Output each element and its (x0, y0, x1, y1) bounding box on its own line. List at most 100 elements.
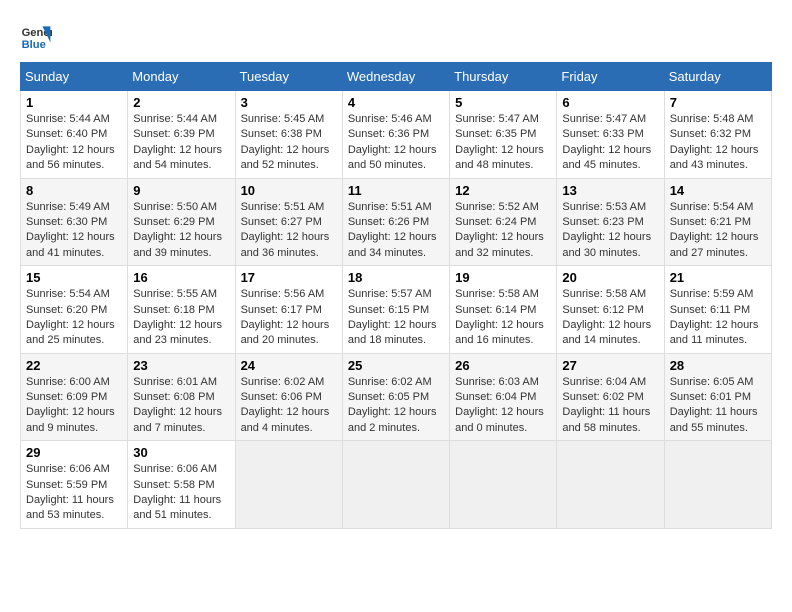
day-number: 9 (133, 183, 229, 198)
calendar-cell: 20 Sunrise: 5:58 AM Sunset: 6:12 PM Dayl… (557, 266, 664, 354)
day-number: 22 (26, 358, 122, 373)
day-info: Sunrise: 5:54 AM Sunset: 6:21 PM Dayligh… (670, 200, 766, 262)
day-number: 4 (348, 95, 444, 110)
day-info: Sunrise: 5:59 AM Sunset: 6:11 PM Dayligh… (670, 287, 766, 349)
calendar-cell (664, 441, 771, 529)
day-info: Sunrise: 5:52 AM Sunset: 6:24 PM Dayligh… (455, 200, 551, 262)
day-number: 27 (562, 358, 658, 373)
calendar-cell: 5 Sunrise: 5:47 AM Sunset: 6:35 PM Dayli… (450, 91, 557, 179)
day-number: 16 (133, 270, 229, 285)
day-number: 30 (133, 445, 229, 460)
day-info: Sunrise: 5:44 AM Sunset: 6:39 PM Dayligh… (133, 112, 229, 174)
weekday-header-thursday: Thursday (450, 63, 557, 91)
calendar-cell: 8 Sunrise: 5:49 AM Sunset: 6:30 PM Dayli… (21, 178, 128, 266)
day-info: Sunrise: 5:47 AM Sunset: 6:35 PM Dayligh… (455, 112, 551, 174)
calendar-cell: 16 Sunrise: 5:55 AM Sunset: 6:18 PM Dayl… (128, 266, 235, 354)
calendar-cell: 28 Sunrise: 6:05 AM Sunset: 6:01 PM Dayl… (664, 353, 771, 441)
day-number: 21 (670, 270, 766, 285)
calendar-cell: 1 Sunrise: 5:44 AM Sunset: 6:40 PM Dayli… (21, 91, 128, 179)
day-number: 14 (670, 183, 766, 198)
day-number: 5 (455, 95, 551, 110)
day-number: 28 (670, 358, 766, 373)
weekday-header-monday: Monday (128, 63, 235, 91)
calendar-cell: 15 Sunrise: 5:54 AM Sunset: 6:20 PM Dayl… (21, 266, 128, 354)
weekday-header-sunday: Sunday (21, 63, 128, 91)
calendar-cell: 24 Sunrise: 6:02 AM Sunset: 6:06 PM Dayl… (235, 353, 342, 441)
day-number: 6 (562, 95, 658, 110)
day-number: 17 (241, 270, 337, 285)
calendar-cell: 10 Sunrise: 5:51 AM Sunset: 6:27 PM Dayl… (235, 178, 342, 266)
calendar-cell: 12 Sunrise: 5:52 AM Sunset: 6:24 PM Dayl… (450, 178, 557, 266)
calendar-cell (342, 441, 449, 529)
day-info: Sunrise: 5:44 AM Sunset: 6:40 PM Dayligh… (26, 112, 122, 174)
day-number: 25 (348, 358, 444, 373)
calendar-cell: 3 Sunrise: 5:45 AM Sunset: 6:38 PM Dayli… (235, 91, 342, 179)
weekday-header-saturday: Saturday (664, 63, 771, 91)
day-number: 24 (241, 358, 337, 373)
day-info: Sunrise: 5:51 AM Sunset: 6:27 PM Dayligh… (241, 200, 337, 262)
calendar-cell: 26 Sunrise: 6:03 AM Sunset: 6:04 PM Dayl… (450, 353, 557, 441)
calendar-cell: 21 Sunrise: 5:59 AM Sunset: 6:11 PM Dayl… (664, 266, 771, 354)
day-info: Sunrise: 5:51 AM Sunset: 6:26 PM Dayligh… (348, 200, 444, 262)
calendar-cell (235, 441, 342, 529)
header-row: SundayMondayTuesdayWednesdayThursdayFrid… (21, 63, 772, 91)
calendar-cell: 25 Sunrise: 6:02 AM Sunset: 6:05 PM Dayl… (342, 353, 449, 441)
day-number: 19 (455, 270, 551, 285)
day-info: Sunrise: 6:02 AM Sunset: 6:05 PM Dayligh… (348, 375, 444, 437)
calendar-cell: 18 Sunrise: 5:57 AM Sunset: 6:15 PM Dayl… (342, 266, 449, 354)
logo: General Blue (20, 20, 56, 52)
calendar-week-4: 22 Sunrise: 6:00 AM Sunset: 6:09 PM Dayl… (21, 353, 772, 441)
day-number: 11 (348, 183, 444, 198)
day-info: Sunrise: 5:45 AM Sunset: 6:38 PM Dayligh… (241, 112, 337, 174)
day-info: Sunrise: 6:01 AM Sunset: 6:08 PM Dayligh… (133, 375, 229, 437)
logo-icon: General Blue (20, 20, 52, 52)
day-info: Sunrise: 5:50 AM Sunset: 6:29 PM Dayligh… (133, 200, 229, 262)
day-info: Sunrise: 5:47 AM Sunset: 6:33 PM Dayligh… (562, 112, 658, 174)
calendar-cell: 30 Sunrise: 6:06 AM Sunset: 5:58 PM Dayl… (128, 441, 235, 529)
svg-text:Blue: Blue (22, 39, 46, 51)
calendar-cell (557, 441, 664, 529)
day-number: 10 (241, 183, 337, 198)
weekday-header-wednesday: Wednesday (342, 63, 449, 91)
day-number: 3 (241, 95, 337, 110)
day-number: 26 (455, 358, 551, 373)
calendar-cell: 17 Sunrise: 5:56 AM Sunset: 6:17 PM Dayl… (235, 266, 342, 354)
calendar-cell: 7 Sunrise: 5:48 AM Sunset: 6:32 PM Dayli… (664, 91, 771, 179)
day-info: Sunrise: 5:49 AM Sunset: 6:30 PM Dayligh… (26, 200, 122, 262)
calendar-cell: 4 Sunrise: 5:46 AM Sunset: 6:36 PM Dayli… (342, 91, 449, 179)
day-info: Sunrise: 5:48 AM Sunset: 6:32 PM Dayligh… (670, 112, 766, 174)
day-number: 12 (455, 183, 551, 198)
day-info: Sunrise: 5:58 AM Sunset: 6:12 PM Dayligh… (562, 287, 658, 349)
day-number: 23 (133, 358, 229, 373)
calendar-cell: 11 Sunrise: 5:51 AM Sunset: 6:26 PM Dayl… (342, 178, 449, 266)
day-number: 1 (26, 95, 122, 110)
weekday-header-friday: Friday (557, 63, 664, 91)
day-info: Sunrise: 6:06 AM Sunset: 5:59 PM Dayligh… (26, 462, 122, 524)
day-info: Sunrise: 6:03 AM Sunset: 6:04 PM Dayligh… (455, 375, 551, 437)
calendar-cell: 6 Sunrise: 5:47 AM Sunset: 6:33 PM Dayli… (557, 91, 664, 179)
calendar-cell: 2 Sunrise: 5:44 AM Sunset: 6:39 PM Dayli… (128, 91, 235, 179)
day-number: 13 (562, 183, 658, 198)
calendar-cell: 27 Sunrise: 6:04 AM Sunset: 6:02 PM Dayl… (557, 353, 664, 441)
calendar-week-1: 1 Sunrise: 5:44 AM Sunset: 6:40 PM Dayli… (21, 91, 772, 179)
weekday-header-tuesday: Tuesday (235, 63, 342, 91)
day-info: Sunrise: 6:02 AM Sunset: 6:06 PM Dayligh… (241, 375, 337, 437)
day-number: 20 (562, 270, 658, 285)
calendar-table: SundayMondayTuesdayWednesdayThursdayFrid… (20, 62, 772, 529)
day-number: 29 (26, 445, 122, 460)
day-number: 7 (670, 95, 766, 110)
calendar-cell: 29 Sunrise: 6:06 AM Sunset: 5:59 PM Dayl… (21, 441, 128, 529)
calendar-cell: 9 Sunrise: 5:50 AM Sunset: 6:29 PM Dayli… (128, 178, 235, 266)
day-info: Sunrise: 5:57 AM Sunset: 6:15 PM Dayligh… (348, 287, 444, 349)
header: General Blue (20, 20, 772, 52)
day-number: 18 (348, 270, 444, 285)
calendar-cell: 13 Sunrise: 5:53 AM Sunset: 6:23 PM Dayl… (557, 178, 664, 266)
day-info: Sunrise: 5:53 AM Sunset: 6:23 PM Dayligh… (562, 200, 658, 262)
calendar-cell (450, 441, 557, 529)
day-info: Sunrise: 6:06 AM Sunset: 5:58 PM Dayligh… (133, 462, 229, 524)
day-info: Sunrise: 6:04 AM Sunset: 6:02 PM Dayligh… (562, 375, 658, 437)
day-info: Sunrise: 5:56 AM Sunset: 6:17 PM Dayligh… (241, 287, 337, 349)
day-info: Sunrise: 5:46 AM Sunset: 6:36 PM Dayligh… (348, 112, 444, 174)
day-info: Sunrise: 6:00 AM Sunset: 6:09 PM Dayligh… (26, 375, 122, 437)
calendar-cell: 22 Sunrise: 6:00 AM Sunset: 6:09 PM Dayl… (21, 353, 128, 441)
